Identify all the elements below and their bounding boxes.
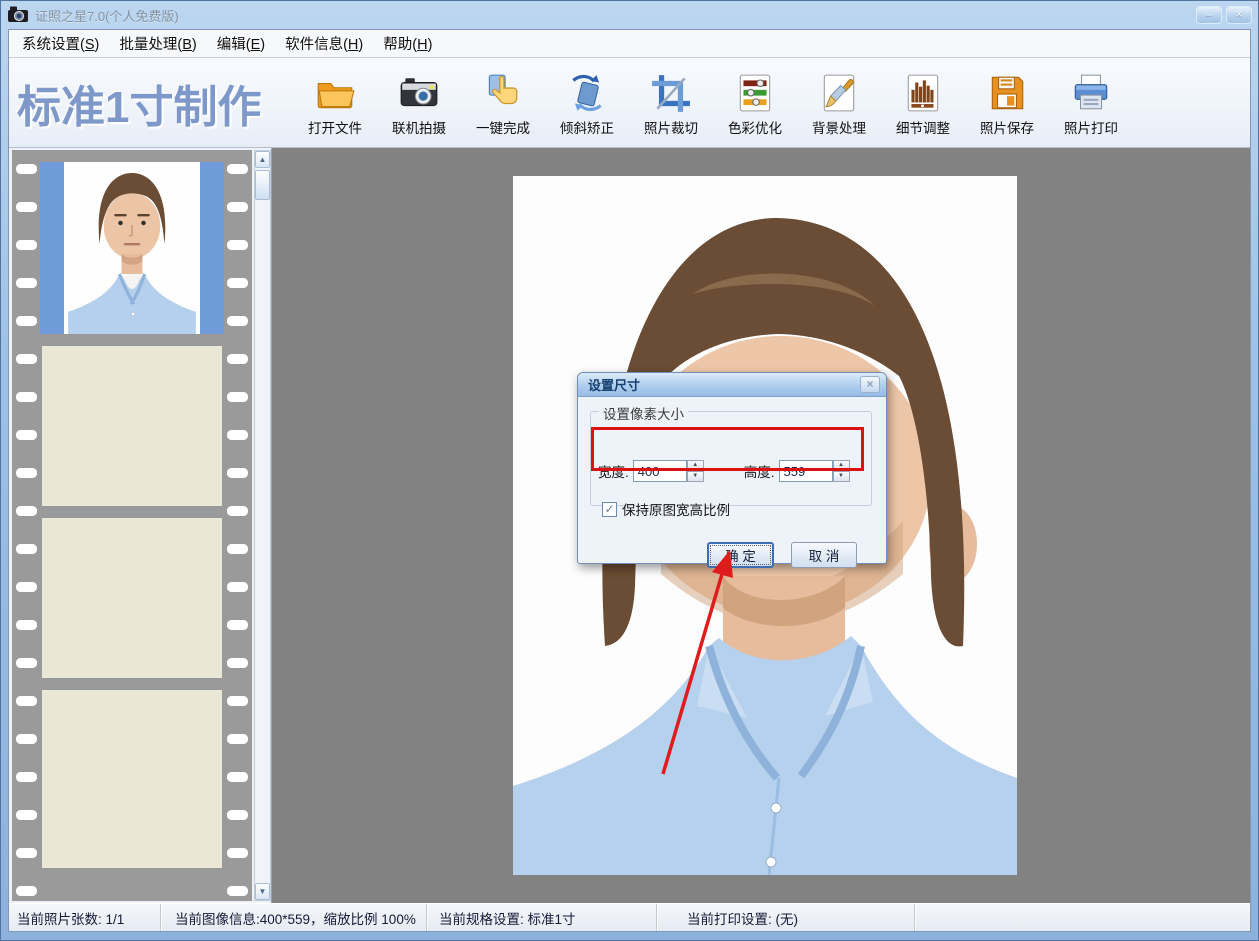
height-spin-up-icon[interactable]: ▲ — [833, 460, 850, 471]
color-optimize-button[interactable]: 色彩优化 — [713, 68, 797, 137]
keep-ratio-label: 保持原图宽高比例 — [622, 499, 730, 519]
window-body: 系统设置(S) 批量处理(B) 编辑(E) 软件信息(H) 帮助(H) 标准1寸… — [8, 29, 1251, 932]
height-input[interactable] — [779, 460, 833, 482]
open-file-button[interactable]: 打开文件 — [293, 68, 377, 137]
keep-ratio-row: ✓ 保持原图宽高比例 — [602, 499, 730, 519]
dialog-title-bar[interactable]: 设置尺寸 × — [578, 373, 886, 397]
tool-label: 一键完成 — [476, 117, 530, 137]
width-input[interactable] — [633, 460, 687, 482]
app-window: 证照之星7.0(个人免费版) – × 系统设置(S) 批量处理(B) 编辑(E)… — [0, 0, 1259, 941]
window-controls: – × — [1196, 6, 1252, 24]
status-print-setting: 当前打印设置: (无) — [657, 904, 915, 931]
tool-label: 背景处理 — [812, 117, 866, 137]
dialog-buttons: 确 定 取 消 — [578, 542, 886, 568]
width-label: 宽度: — [598, 461, 629, 481]
photo-save-button[interactable]: 照片保存 — [965, 68, 1049, 137]
printer-icon — [1070, 72, 1112, 114]
ok-button[interactable]: 确 定 — [707, 542, 774, 568]
content-area: ▲ ▼ — [9, 148, 1250, 903]
selection-band-left — [40, 162, 64, 334]
background-process-button[interactable]: 背景处理 — [797, 68, 881, 137]
scroll-down-button[interactable]: ▼ — [255, 883, 270, 900]
status-bar: 当前照片张数: 1/1 当前图像信息:400*559，缩放比例 100% 当前规… — [9, 903, 1250, 931]
tool-label: 细节调整 — [896, 117, 950, 137]
set-size-dialog: 设置尺寸 × 设置像素大小 宽度: ▲ — [577, 372, 887, 564]
width-spinner: ▲ ▼ — [687, 460, 704, 482]
status-photo-count: 当前照片张数: 1/1 — [9, 904, 161, 931]
status-empty — [915, 904, 1250, 931]
portrait-thumbnail-image — [64, 162, 200, 334]
thumbnail-slot-selected[interactable] — [40, 162, 224, 334]
selection-band-right — [200, 162, 224, 334]
tilt-correct-button[interactable]: 倾斜矫正 — [545, 68, 629, 137]
width-spin-up-icon[interactable]: ▲ — [687, 460, 704, 471]
dialog-body: 设置像素大小 宽度: ▲ ▼ 高度: — [578, 397, 886, 564]
tool-label: 照片裁切 — [644, 117, 698, 137]
keep-ratio-checkbox[interactable]: ✓ — [602, 502, 617, 517]
film-strip — [12, 150, 252, 901]
close-button[interactable]: × — [1226, 6, 1252, 24]
minimize-button[interactable]: – — [1196, 6, 1222, 24]
thumbnail-sidebar: ▲ ▼ — [9, 148, 272, 903]
dialog-close-button[interactable]: × — [860, 376, 880, 393]
menu-item-edit[interactable]: 编辑(E) — [208, 29, 274, 58]
tool-label: 打开文件 — [308, 117, 362, 137]
crop-icon — [650, 72, 692, 114]
height-stepper: ▲ ▼ — [779, 460, 850, 482]
film-perforations-right — [224, 150, 250, 901]
photo-thumbnail — [64, 162, 200, 334]
scroll-up-button[interactable]: ▲ — [255, 151, 270, 168]
thumbnail-slot-empty[interactable] — [42, 346, 222, 506]
toolbar: 标准1寸制作 打开文件 联机拍摄 — [9, 58, 1250, 148]
sidebar-scrollbar[interactable]: ▲ ▼ — [254, 150, 271, 901]
film-perforations-left — [14, 150, 40, 901]
tool-label: 倾斜矫正 — [560, 117, 614, 137]
mode-title: 标准1寸制作 — [13, 71, 293, 135]
photo-crop-button[interactable]: 照片裁切 — [629, 68, 713, 137]
main-canvas: 设置尺寸 × 设置像素大小 宽度: ▲ — [272, 148, 1250, 903]
height-label: 高度: — [744, 461, 775, 481]
thumbnail-slot-empty[interactable] — [42, 518, 222, 678]
camera-icon — [398, 72, 440, 114]
tilt-correct-icon — [566, 72, 608, 114]
size-input-row: 宽度: ▲ ▼ 高度: — [598, 459, 850, 483]
thumbnail-slots — [40, 150, 224, 901]
dialog-title: 设置尺寸 — [588, 375, 640, 394]
save-floppy-icon — [986, 72, 1028, 114]
color-sliders-icon — [734, 72, 776, 114]
cancel-button[interactable]: 取 消 — [791, 542, 857, 568]
group-label: 设置像素大小 — [599, 403, 688, 423]
detail-adjust-button[interactable]: 细节调整 — [881, 68, 965, 137]
menu-item-software-info[interactable]: 软件信息(H) — [276, 29, 372, 58]
background-brush-icon — [818, 72, 860, 114]
status-image-info: 当前图像信息:400*559，缩放比例 100% — [161, 904, 427, 931]
tool-label: 色彩优化 — [728, 117, 782, 137]
open-folder-icon — [314, 72, 356, 114]
thumbnail-slot-empty[interactable] — [42, 690, 222, 868]
menu-bar: 系统设置(S) 批量处理(B) 编辑(E) 软件信息(H) 帮助(H) — [9, 30, 1250, 58]
height-spin-down-icon[interactable]: ▼ — [833, 471, 850, 483]
title-bar: 证照之星7.0(个人免费版) – × — [1, 1, 1258, 29]
height-spinner: ▲ ▼ — [833, 460, 850, 482]
tool-label: 联机拍摄 — [392, 117, 446, 137]
one-click-finish-button[interactable]: 一键完成 — [461, 68, 545, 137]
menu-item-help[interactable]: 帮助(H) — [374, 29, 441, 58]
window-title: 证照之星7.0(个人免费版) — [35, 6, 179, 25]
menu-item-batch-process[interactable]: 批量处理(B) — [110, 29, 205, 58]
width-spin-down-icon[interactable]: ▼ — [687, 471, 704, 483]
camera-capture-button[interactable]: 联机拍摄 — [377, 68, 461, 137]
tool-label: 照片保存 — [980, 117, 1034, 137]
app-camera-icon — [7, 5, 29, 25]
status-spec-setting: 当前规格设置: 标准1寸 — [427, 904, 657, 931]
photo-print-button[interactable]: 照片打印 — [1049, 68, 1133, 137]
scrollbar-thumb[interactable] — [255, 170, 270, 200]
tool-label: 照片打印 — [1064, 117, 1118, 137]
one-click-hand-icon — [482, 72, 524, 114]
histogram-icon — [902, 72, 944, 114]
menu-item-system-settings[interactable]: 系统设置(S) — [13, 29, 108, 58]
width-stepper: ▲ ▼ — [633, 460, 704, 482]
